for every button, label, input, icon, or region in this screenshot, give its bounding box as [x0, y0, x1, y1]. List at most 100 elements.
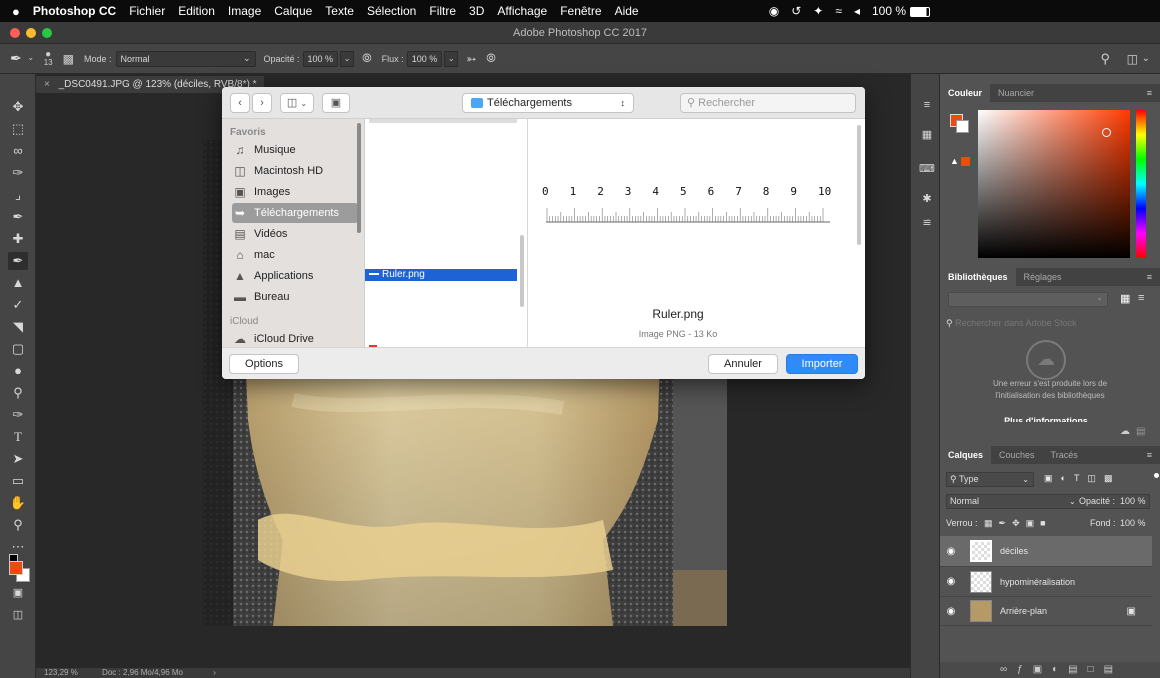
brush-presets-icon[interactable]: ✱ [917, 190, 937, 208]
layer-row[interactable]: ◉ hypominéralisation [940, 566, 1152, 596]
flux-field[interactable]: 100 % [406, 50, 443, 67]
history-panel-icon[interactable]: ≡ [917, 96, 937, 114]
sidebar-item-videos[interactable]: ▤ Vidéos [232, 224, 358, 244]
layer-filter-icons[interactable]: ▣◐T◫▩ [1044, 473, 1120, 484]
adjustments-panel-icon[interactable]: ≌ [917, 214, 937, 232]
quick-selection-tool-icon[interactable]: ✑ [8, 164, 28, 182]
brush-tool-icon[interactable]: ✒ [8, 252, 28, 270]
lock-icon[interactable]: ▣ [1127, 606, 1136, 617]
eyedropper-tool-icon[interactable]: ✒ [8, 208, 28, 226]
wifi-icon[interactable]: ≈ [835, 4, 842, 18]
layer-name[interactable]: déciles [1000, 546, 1028, 556]
tab-couches[interactable]: Couches [991, 446, 1043, 464]
menu-photoshop[interactable]: Photoshop CC [33, 4, 116, 18]
menu-affichage[interactable]: Affichage [497, 4, 547, 18]
more-info-link[interactable]: Plus d'informations [940, 414, 1152, 422]
layer-name[interactable]: Arrière-plan [1000, 606, 1047, 616]
menu-calque[interactable]: Calque [274, 4, 312, 18]
panel-menu-icon[interactable]: ≡ [1139, 268, 1160, 286]
stock-search-input[interactable]: ⚲ Rechercher dans Adobe Stock [946, 318, 1156, 332]
import-button[interactable]: Importer [786, 354, 858, 374]
list-view-icon[interactable]: ≡ [1138, 292, 1144, 304]
layer-opacity-value[interactable]: 100 % [1120, 495, 1146, 508]
eye-icon[interactable]: ◉ [940, 576, 962, 587]
foreground-color-swatch[interactable] [9, 561, 23, 575]
bluetooth-icon[interactable]: ✦ [813, 4, 823, 18]
flux-dropdown[interactable]: ⌄ [444, 50, 459, 67]
filter-toggle-icon[interactable] [1154, 473, 1159, 478]
back-button[interactable]: ‹ [230, 93, 250, 113]
eye-icon[interactable]: ◉ [940, 606, 962, 617]
menu-fenetre[interactable]: Fenêtre [560, 4, 601, 18]
brush-panel-icon[interactable]: ▩ [63, 52, 74, 66]
selected-file-row[interactable]: Ruler.png [365, 269, 517, 281]
chevron-right-icon[interactable]: › [213, 668, 216, 677]
panel-menu-icon[interactable]: ≡ [1139, 446, 1160, 464]
apple-menu-icon[interactable]: ● [12, 4, 20, 19]
search-icon[interactable]: ⚲ [1100, 51, 1110, 67]
layer-row[interactable]: ◉ Arrière-plan ▣ [940, 596, 1152, 626]
color-picker-cursor[interactable] [1102, 128, 1111, 137]
color-field[interactable] [978, 110, 1130, 258]
close-icon[interactable]: × [44, 79, 50, 90]
sidebar-item-musique[interactable]: ♫ Musique [232, 140, 358, 160]
chevron-down-icon[interactable]: ⌄ [1142, 53, 1150, 64]
pen-tool-icon[interactable]: ✑ [8, 406, 28, 424]
sidebar-item-bureau[interactable]: ▬ Bureau [232, 287, 358, 307]
zoom-window-button[interactable] [42, 28, 52, 38]
layer-row[interactable]: ◉ déciles [940, 536, 1152, 566]
eraser-tool-icon[interactable]: ◥ [8, 318, 28, 336]
menu-filtre[interactable]: Filtre [429, 4, 456, 18]
menu-edition[interactable]: Edition [178, 4, 215, 18]
preview-scrollbar[interactable] [857, 125, 861, 245]
path-selection-tool-icon[interactable]: ➤ [8, 450, 28, 468]
move-tool-icon[interactable]: ✥ [8, 98, 28, 116]
healing-brush-tool-icon[interactable]: ✚ [8, 230, 28, 248]
type-tool-icon[interactable]: T [8, 428, 28, 446]
options-button[interactable]: Options [229, 354, 299, 374]
blur-tool-icon[interactable]: ● [8, 362, 28, 380]
layer-filter-select[interactable]: ⚲ Type ⌄ [946, 472, 1034, 487]
tab-traces[interactable]: Tracés [1043, 446, 1086, 464]
panel-menu-icon[interactable]: ≡ [1139, 84, 1160, 102]
file-column-scrollbar[interactable] [520, 235, 524, 307]
trash-icon[interactable]: ▤ [1136, 426, 1145, 437]
character-panel-icon[interactable]: ⌨ [917, 160, 937, 178]
brush-size-picker[interactable]: ● 13 [44, 49, 53, 67]
dodge-tool-icon[interactable]: ⚲ [8, 384, 28, 402]
sidebar-item-telechargements[interactable]: ➥ Téléchargements [232, 203, 358, 223]
sidebar-scrollbar[interactable] [357, 123, 361, 233]
screen-mode-icon[interactable]: ◫ [8, 606, 28, 624]
workspace-icon[interactable]: ◫ [1127, 52, 1138, 66]
time-machine-icon[interactable]: ↺ [791, 4, 801, 18]
tool-preset-dropdown[interactable]: ⌄ [24, 51, 38, 67]
forward-button[interactable]: › [252, 93, 272, 113]
document-size[interactable]: Doc : 2,96 Mo/4,96 Mo [102, 668, 183, 677]
view-mode-button[interactable]: ◫ ⌄ [280, 93, 314, 113]
hue-slider[interactable] [1136, 110, 1146, 258]
grid-view-icon[interactable]: ▦ [1120, 292, 1130, 305]
gamut-swatch[interactable] [960, 157, 970, 167]
hand-tool-icon[interactable]: ✋ [8, 494, 28, 512]
layer-name[interactable]: hypominéralisation [1000, 577, 1075, 587]
sidebar-item-macintosh-hd[interactable]: ◫ Macintosh HD [232, 161, 358, 181]
quick-mask-icon[interactable]: ▣ [8, 584, 28, 602]
cancel-button[interactable]: Annuler [708, 354, 778, 374]
properties-panel-icon[interactable]: ▦ [917, 126, 937, 144]
sidebar-item-icloud-drive[interactable]: ☁ iCloud Drive [232, 329, 358, 347]
opacity-field[interactable]: 100 % [302, 50, 339, 67]
gradient-tool-icon[interactable]: ▢ [8, 340, 28, 358]
fill-value[interactable]: 100 % [1120, 518, 1146, 528]
search-input[interactable]: ⚲ Rechercher [680, 93, 856, 113]
creative-cloud-icon[interactable]: ☁ [1120, 426, 1130, 437]
blend-mode-select[interactable]: Normal ⌄ Opacité : 100 % [946, 494, 1150, 509]
opacity-dropdown[interactable]: ⌄ [340, 50, 355, 67]
pressure-size-icon[interactable]: ⦾ [486, 51, 496, 66]
volume-icon[interactable]: ◂ [854, 4, 860, 18]
gamut-warning-icon[interactable]: ▲ [950, 156, 970, 167]
minimize-window-button[interactable] [26, 28, 36, 38]
lock-icons[interactable]: ▦✒✥▣■ [984, 518, 1052, 528]
sidebar-item-images[interactable]: ▣ Images [232, 182, 358, 202]
location-select[interactable]: Téléchargements ↕ [462, 93, 634, 113]
close-window-button[interactable] [10, 28, 20, 38]
